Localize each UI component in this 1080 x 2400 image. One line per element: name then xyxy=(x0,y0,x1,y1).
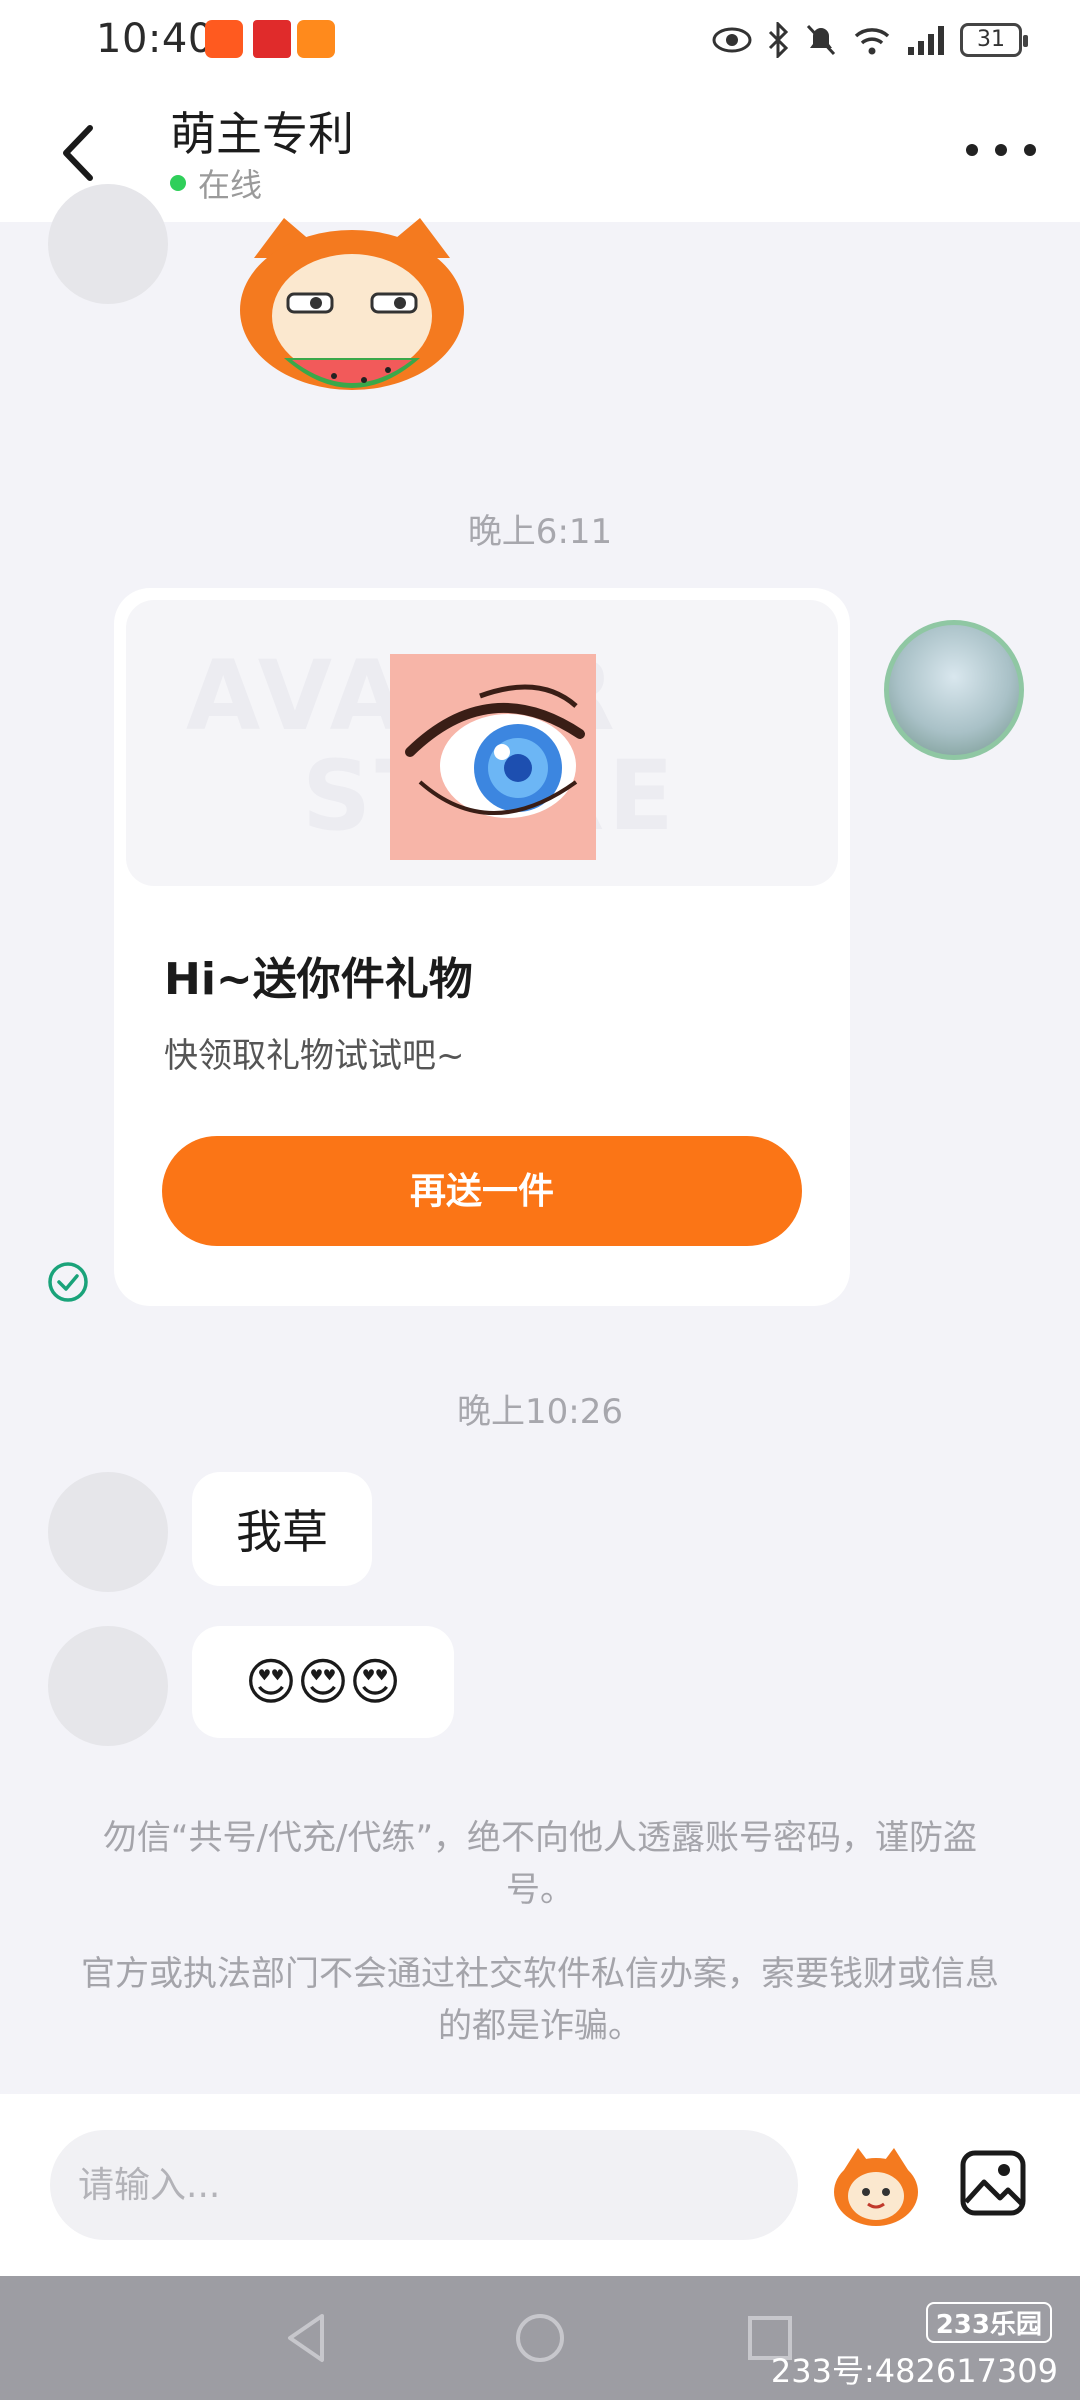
eye-icon xyxy=(712,27,752,53)
more-dots-icon[interactable] xyxy=(966,130,1036,170)
gift-banner: AVATAR STORE xyxy=(126,600,838,886)
security-notice: 勿信“共号/代充/代练”，绝不向他人透露账号密码，谨防盗号。 xyxy=(102,1818,978,1910)
watermark-id: 233号:482617309 xyxy=(770,2352,1058,2390)
notification-app-icon xyxy=(297,20,335,58)
timestamp: 晚上6:11 xyxy=(467,512,613,552)
system-status-icons: 31 xyxy=(712,18,1028,62)
contact-avatar[interactable] xyxy=(48,184,168,304)
gift-subtitle: 快领取礼物试试吧~ xyxy=(164,1036,465,1076)
online-status: 在线 xyxy=(170,160,262,206)
message-bubble[interactable]: 我草 xyxy=(192,1472,372,1586)
contact-avatar[interactable] xyxy=(48,1626,168,1746)
my-avatar[interactable] xyxy=(884,620,1024,760)
signal-icon xyxy=(908,26,944,55)
back-icon[interactable] xyxy=(50,118,110,188)
gift-title: Hi~送你件礼物 xyxy=(164,954,473,1005)
status-bar: 10:40 31 xyxy=(0,0,1080,78)
notification-app-icon xyxy=(205,20,243,58)
online-dot xyxy=(170,175,186,191)
gift-item-image xyxy=(390,654,596,860)
image-icon[interactable] xyxy=(958,2148,1028,2218)
online-status-text: 在线 xyxy=(198,166,263,204)
send-another-gift-button[interactable]: 再送一件 xyxy=(162,1136,802,1246)
battery-indicator: 31 xyxy=(960,23,1028,57)
nav-back-icon[interactable] xyxy=(278,2308,338,2368)
emoji-message: 😍😍😍 xyxy=(244,1653,402,1711)
timestamp: 晚上10:26 xyxy=(457,1392,623,1432)
gift-card[interactable]: AVATAR STORE Hi~送你件礼物 快领取礼物试试吧~ 再送一件 xyxy=(114,588,850,1306)
watermark-logo: 233乐园 xyxy=(925,2302,1052,2343)
fraud-notice: 官方或执法部门不会通过社交软件私信办案，索要钱财或信息的都是诈骗。 xyxy=(81,1954,999,2046)
notification-book-icon xyxy=(253,20,291,58)
message-input[interactable] xyxy=(50,2130,798,2240)
wifi-icon xyxy=(854,28,890,55)
status-time: 10:40 xyxy=(96,16,214,62)
system-nav-bar: 233乐园 233号:482617309 xyxy=(0,2276,1080,2400)
nav-home-icon[interactable] xyxy=(510,2308,570,2368)
bluetooth-icon xyxy=(768,22,789,58)
bell-off-icon xyxy=(806,24,836,56)
chat-title: 萌主专利 xyxy=(170,107,354,161)
check-circle-icon xyxy=(48,1262,88,1302)
message-text: 我草 xyxy=(236,1505,328,1559)
mascot-emoji-icon[interactable] xyxy=(830,2140,922,2232)
input-bar xyxy=(0,2094,1080,2276)
emoji-message-bubble[interactable]: 😍😍😍 xyxy=(192,1626,454,1738)
contact-avatar[interactable] xyxy=(48,1472,168,1592)
chat-header: 萌主专利 在线 xyxy=(0,78,1080,222)
sticker-image[interactable] xyxy=(224,218,480,414)
